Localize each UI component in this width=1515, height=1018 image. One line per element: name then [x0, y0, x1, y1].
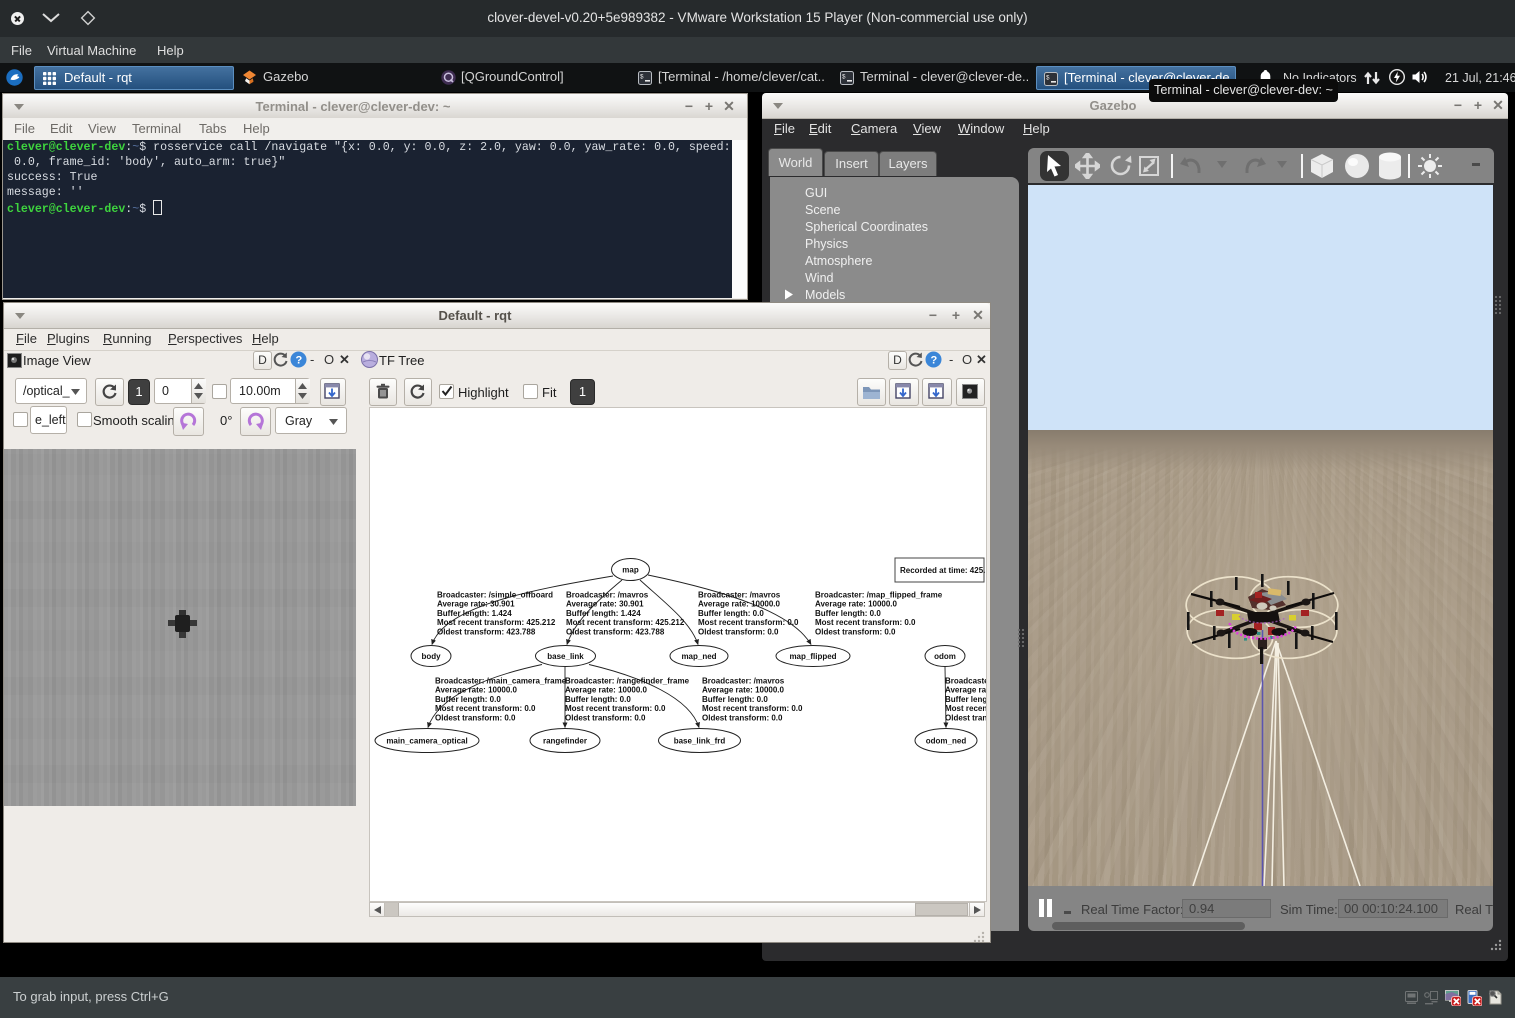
- svg-text:Average rate: 10000.0: Average rate: 10000.0: [702, 686, 785, 695]
- svg-text:Average rate: 10000.: Average rate: 10000.: [945, 686, 986, 695]
- svg-text:Oldest transform: 0.0: Oldest transform: 0.0: [702, 714, 783, 723]
- svg-text:Most recent transform: Most recent transform: [945, 704, 986, 713]
- svg-text:Average rate: 30.901: Average rate: 30.901: [437, 600, 515, 609]
- svg-text:Oldest transform: 0.: Oldest transform: 0.: [945, 714, 986, 723]
- svg-text:Most recent transform: 425.212: Most recent transform: 425.212: [437, 618, 556, 627]
- svg-text:Buffer length: 0.0: Buffer length: 0.0: [435, 695, 501, 704]
- svg-text:Oldest transform: 0.0: Oldest transform: 0.0: [698, 628, 779, 637]
- svg-text:Oldest transform: 423.788: Oldest transform: 423.788: [437, 628, 536, 637]
- svg-text:odom: odom: [934, 652, 956, 661]
- svg-text:base_link: base_link: [547, 652, 584, 661]
- svg-text:Average rate: 10000.0: Average rate: 10000.0: [698, 600, 781, 609]
- svg-text:?: ?: [296, 355, 303, 367]
- svg-text:Recorded at time: 425.: Recorded at time: 425.: [900, 566, 985, 575]
- svg-text:Buffer length: 1.424: Buffer length: 1.424: [437, 609, 512, 618]
- svg-text:Broadcaster: /map_ned_fr: Broadcaster: /map_ned_fr: [945, 676, 986, 685]
- svg-text:main_camera_optical: main_camera_optical: [386, 737, 467, 746]
- svg-text:Broadcaster: /rangefinder_fram: Broadcaster: /rangefinder_frame: [565, 676, 690, 685]
- svg-text:odom_ned: odom_ned: [926, 737, 967, 746]
- svg-text:Average rate: 10000.0: Average rate: 10000.0: [565, 686, 648, 695]
- svg-text:$: $: [842, 74, 846, 81]
- svg-text:?: ?: [931, 355, 938, 367]
- svg-text:base_link_frd: base_link_frd: [674, 737, 726, 746]
- svg-text:Most recent transform: 0.0: Most recent transform: 0.0: [435, 704, 536, 713]
- svg-text:Buffer length: 0.0: Buffer length: 0.0: [702, 695, 768, 704]
- svg-text:Average rate: 10000.0: Average rate: 10000.0: [435, 686, 518, 695]
- svg-text:Broadcaster: /mavros: Broadcaster: /mavros: [702, 676, 785, 685]
- svg-text:Broadcaster: /simple_offboard: Broadcaster: /simple_offboard: [437, 590, 553, 599]
- svg-text:Most recent transform: 0.0: Most recent transform: 0.0: [698, 618, 799, 627]
- svg-text:Most recent transform: 425.212: Most recent transform: 425.212: [566, 618, 685, 627]
- svg-text:body: body: [421, 652, 441, 661]
- svg-text:map_ned: map_ned: [681, 652, 716, 661]
- svg-text:Broadcaster: /map_flipped_fram: Broadcaster: /map_flipped_frame: [815, 590, 943, 599]
- svg-text:Broadcaster: /mavros: Broadcaster: /mavros: [698, 590, 781, 599]
- svg-text:Buffer length: 0.0: Buffer length: 0.0: [945, 695, 986, 704]
- svg-text:Most recent transform: 0.0: Most recent transform: 0.0: [702, 704, 803, 713]
- svg-text:rangefinder: rangefinder: [543, 737, 587, 746]
- svg-text:Broadcaster: /main_camera_fram: Broadcaster: /main_camera_frame: [435, 676, 567, 685]
- svg-text:Buffer length: 0.0: Buffer length: 0.0: [565, 695, 631, 704]
- svg-text:map: map: [622, 566, 639, 575]
- svg-text:Buffer length: 0.0: Buffer length: 0.0: [815, 609, 881, 618]
- svg-text:Average rate: 30.901: Average rate: 30.901: [566, 600, 644, 609]
- svg-text:map_flipped: map_flipped: [789, 652, 836, 661]
- svg-text:Broadcaster: /mavros: Broadcaster: /mavros: [566, 590, 649, 599]
- svg-text:Oldest transform: 0.0: Oldest transform: 0.0: [435, 714, 516, 723]
- svg-text:Buffer length: 0.0: Buffer length: 0.0: [698, 609, 764, 618]
- svg-text:Average rate: 10000.0: Average rate: 10000.0: [815, 600, 898, 609]
- svg-text:Oldest transform: 423.788: Oldest transform: 423.788: [566, 628, 665, 637]
- svg-text:Buffer length: 1.424: Buffer length: 1.424: [566, 609, 641, 618]
- svg-text:$: $: [1046, 75, 1050, 82]
- svg-text:Oldest transform: 0.0: Oldest transform: 0.0: [565, 714, 646, 723]
- svg-text:Most recent transform: 0.0: Most recent transform: 0.0: [565, 704, 666, 713]
- svg-text:Oldest transform: 0.0: Oldest transform: 0.0: [815, 628, 896, 637]
- svg-text:Most recent transform: 0.0: Most recent transform: 0.0: [815, 618, 916, 627]
- svg-text:$: $: [640, 74, 644, 81]
